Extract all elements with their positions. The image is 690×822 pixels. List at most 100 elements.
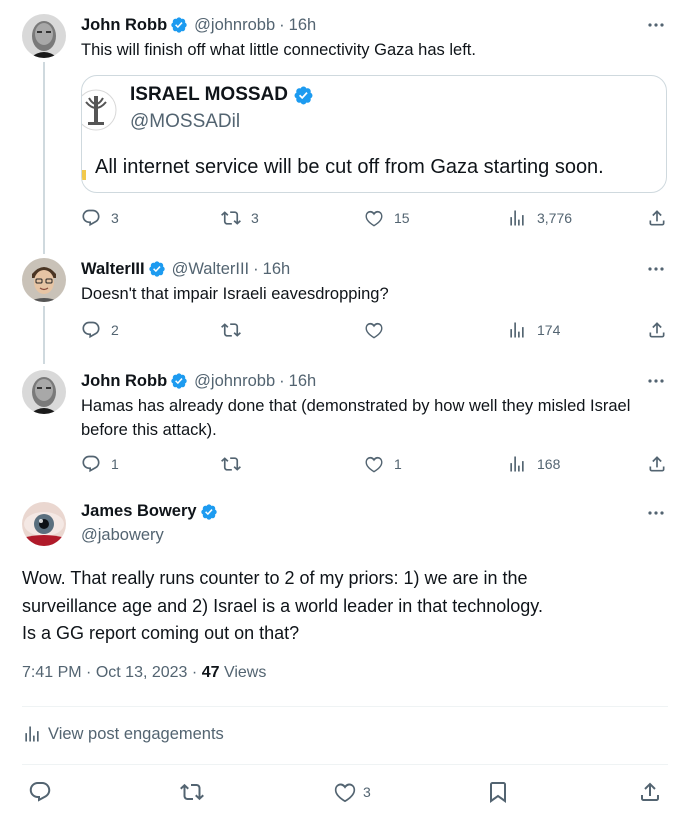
- author-name[interactable]: WalterIII: [81, 260, 145, 279]
- author-handle[interactable]: @johnrobb: [194, 372, 275, 391]
- reply-tweet[interactable]: WalterIII @WalterIII · 16h Doesn't that …: [0, 258, 690, 354]
- author-name[interactable]: John Robb: [81, 16, 167, 35]
- reply-button[interactable]: 3: [81, 208, 119, 228]
- view-post-engagements-link[interactable]: View post engagements: [22, 724, 224, 744]
- tweet-header: John Robb @johnrobb · 16h: [81, 370, 316, 392]
- repost-button[interactable]: [180, 780, 204, 804]
- verified-badge-icon: [148, 261, 165, 277]
- verified-badge-icon: [171, 17, 187, 33]
- repost-button[interactable]: 3: [221, 208, 259, 228]
- like-count: 3: [363, 784, 371, 800]
- more-options-icon[interactable]: [646, 18, 666, 32]
- separator: ·: [279, 371, 285, 390]
- analytics-icon: [25, 726, 39, 742]
- analytics-icon: [510, 456, 524, 472]
- post-date[interactable]: Oct 13, 2023: [96, 664, 188, 681]
- like-button[interactable]: [364, 320, 394, 340]
- like-button[interactable]: 3: [333, 780, 371, 804]
- reply-button[interactable]: 2: [81, 320, 119, 340]
- verified-badge-icon: [171, 373, 187, 389]
- reply-icon: [82, 321, 100, 339]
- heart-icon: [365, 456, 383, 473]
- reply-icon: [82, 455, 100, 473]
- separator: ·: [191, 664, 198, 681]
- reply-tweet[interactable]: John Robb @johnrobb · 16h Hamas has alre…: [0, 370, 690, 480]
- reply-icon: [29, 782, 51, 802]
- share-button[interactable]: [647, 208, 667, 228]
- timestamp[interactable]: 16h: [263, 260, 291, 279]
- tweet-header: John Robb @johnrobb · 16h: [81, 14, 316, 36]
- tweet-text: Hamas has already done that (demonstrate…: [81, 394, 671, 442]
- reply-count: 3: [111, 210, 119, 226]
- author-handle[interactable]: @jabowery: [81, 526, 164, 545]
- more-options-icon[interactable]: [646, 262, 666, 276]
- tweet-actions: 3 3 15 3,776: [81, 208, 671, 232]
- repost-button[interactable]: [221, 454, 251, 474]
- separator: ·: [279, 15, 285, 34]
- share-button[interactable]: [647, 320, 667, 340]
- like-button[interactable]: 15: [364, 208, 410, 228]
- like-button[interactable]: 1: [364, 454, 402, 474]
- view-count: 168: [537, 456, 561, 472]
- more-options-icon[interactable]: [646, 506, 666, 520]
- quoted-tweet-text: All internet service will be cut off fro…: [95, 156, 604, 178]
- repost-button[interactable]: [221, 320, 251, 340]
- reply-button[interactable]: 1: [81, 454, 119, 474]
- share-icon: [641, 782, 659, 801]
- bookmark-button[interactable]: [486, 780, 510, 804]
- tweet-text-line: before this attack).: [81, 421, 217, 439]
- avatar[interactable]: [22, 370, 66, 414]
- views-button[interactable]: 168: [507, 454, 560, 474]
- bookmark-icon: [490, 782, 506, 803]
- more-options-icon[interactable]: [646, 374, 666, 388]
- heart-icon: [334, 783, 356, 803]
- views-count: 47: [201, 664, 220, 681]
- reply-tweet[interactable]: John Robb @johnrobb · 16h This will fini…: [0, 14, 690, 244]
- analytics-icon: [510, 210, 524, 226]
- share-button[interactable]: [647, 454, 667, 474]
- avatar[interactable]: [22, 14, 66, 58]
- tweet-text: Doesn't that impair Israeli eavesdroppin…: [81, 285, 389, 303]
- like-count: 15: [394, 210, 410, 226]
- avatar[interactable]: [22, 258, 66, 302]
- author-name[interactable]: John Robb: [81, 372, 167, 391]
- quoted-author-name: ISRAEL MOSSAD: [130, 84, 314, 106]
- repost-count: 3: [251, 210, 259, 226]
- author-name[interactable]: James Bowery: [81, 502, 218, 521]
- post-time[interactable]: 7:41 PM: [22, 664, 82, 681]
- mossad-logo-icon: [82, 89, 117, 131]
- reply-icon: [82, 209, 100, 227]
- reply-count: 2: [111, 322, 119, 338]
- share-button[interactable]: [638, 780, 662, 804]
- author-name-label[interactable]: James Bowery: [81, 502, 197, 521]
- divider: [22, 764, 668, 765]
- main-tweet-actions: 3: [0, 780, 690, 806]
- tweet-actions: 1 1 168: [81, 454, 671, 478]
- repost-icon: [221, 457, 241, 471]
- reply-count: 1: [111, 456, 119, 472]
- views-button[interactable]: 174: [507, 320, 560, 340]
- avatar[interactable]: [22, 502, 66, 546]
- view-count: 174: [537, 322, 561, 338]
- author-handle[interactable]: @WalterIII: [172, 260, 250, 279]
- main-tweet-line: Wow. That really runs counter to 2 of my…: [22, 568, 528, 588]
- engagements-label[interactable]: View post engagements: [48, 725, 224, 744]
- views-button[interactable]: 3,776: [507, 208, 572, 228]
- reply-button[interactable]: [28, 780, 52, 804]
- tweet-metadata: 7:41 PM · Oct 13, 2023 · 47 Views: [22, 664, 266, 682]
- views-label: Views: [223, 664, 267, 681]
- verified-badge-icon: [200, 503, 217, 520]
- quoted-tweet[interactable]: ISRAEL MOSSAD @MOSSADil All internet ser…: [81, 75, 667, 193]
- main-tweet-text: Wow. That really runs counter to 2 of my…: [22, 565, 662, 648]
- repost-icon: [180, 783, 204, 801]
- heart-icon: [365, 322, 383, 339]
- main-tweet-line: surveillance age and 2) Israel is a worl…: [22, 595, 543, 616]
- timestamp[interactable]: 16h: [289, 16, 317, 35]
- tweet-header: WalterIII @WalterIII · 16h: [81, 258, 290, 280]
- author-handle[interactable]: @johnrobb: [194, 16, 275, 35]
- tweet-actions: 2 174: [81, 320, 671, 344]
- heart-icon: [365, 210, 383, 227]
- image-fragment: [82, 170, 86, 180]
- like-count: 1: [394, 456, 402, 472]
- timestamp[interactable]: 16h: [289, 372, 317, 391]
